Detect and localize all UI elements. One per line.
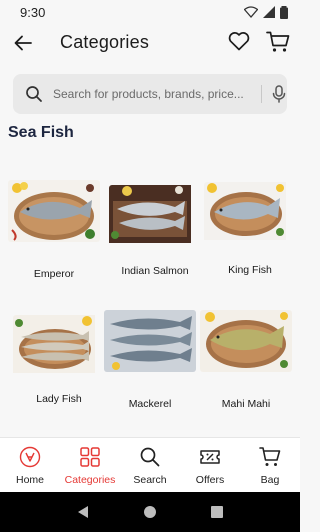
category-label: Mahi Mahi	[221, 398, 271, 410]
bag-icon	[259, 447, 281, 466]
categories-icon	[80, 447, 100, 467]
page-title: Categories	[60, 32, 150, 52]
category-image	[204, 182, 296, 244]
heart-icon	[228, 32, 250, 51]
search-bar[interactable]	[13, 74, 287, 114]
search-input[interactable]	[53, 74, 257, 114]
home-icon	[19, 446, 41, 468]
nav-offers-label: Offers	[195, 474, 225, 486]
category-image	[8, 180, 100, 242]
category-image	[104, 310, 196, 372]
battery-icon	[280, 5, 288, 19]
nav-home-label: Home	[15, 474, 44, 486]
category-image	[13, 315, 105, 377]
category-image	[109, 185, 201, 247]
category-image	[200, 310, 292, 372]
back-button[interactable]	[12, 32, 34, 54]
home-circle-icon[interactable]	[143, 505, 157, 519]
bottom-navigation: Home Categories Search Offers Bag	[0, 437, 300, 492]
wishlist-button[interactable]	[228, 31, 250, 53]
nav-categories[interactable]: Categories	[60, 438, 120, 492]
cart-button[interactable]	[266, 31, 290, 53]
back-triangle-icon[interactable]	[77, 505, 89, 519]
status-bar: 9:30	[0, 0, 300, 24]
category-label: Emperor	[33, 268, 75, 280]
system-navigation-bar	[0, 492, 300, 532]
nav-search-label: Search	[133, 474, 167, 486]
offers-icon	[200, 450, 220, 464]
nav-offers[interactable]: Offers	[180, 438, 240, 492]
nav-categories-label: Categories	[64, 474, 116, 486]
category-label: Lady Fish	[36, 393, 82, 405]
nav-search[interactable]: Search	[120, 438, 180, 492]
status-time: 9:30	[20, 4, 46, 20]
nav-bag-label: Bag	[260, 474, 280, 486]
search-icon	[26, 86, 42, 102]
signal-icon	[263, 6, 275, 18]
search-icon	[140, 447, 160, 467]
nav-bag[interactable]: Bag	[240, 438, 300, 492]
category-label: Mackerel	[128, 398, 172, 410]
category-label: King Fish	[228, 264, 272, 276]
recents-square-icon[interactable]	[211, 506, 223, 518]
wifi-icon	[244, 6, 258, 18]
arrow-left-icon	[14, 35, 32, 51]
microphone-icon[interactable]	[271, 85, 287, 103]
section-title: Sea Fish	[8, 124, 74, 141]
category-label: Indian Salmon	[121, 265, 189, 277]
search-divider	[261, 85, 262, 103]
nav-home[interactable]: Home	[0, 438, 60, 492]
cart-icon	[266, 31, 290, 52]
app-bar: Categories	[0, 26, 300, 60]
